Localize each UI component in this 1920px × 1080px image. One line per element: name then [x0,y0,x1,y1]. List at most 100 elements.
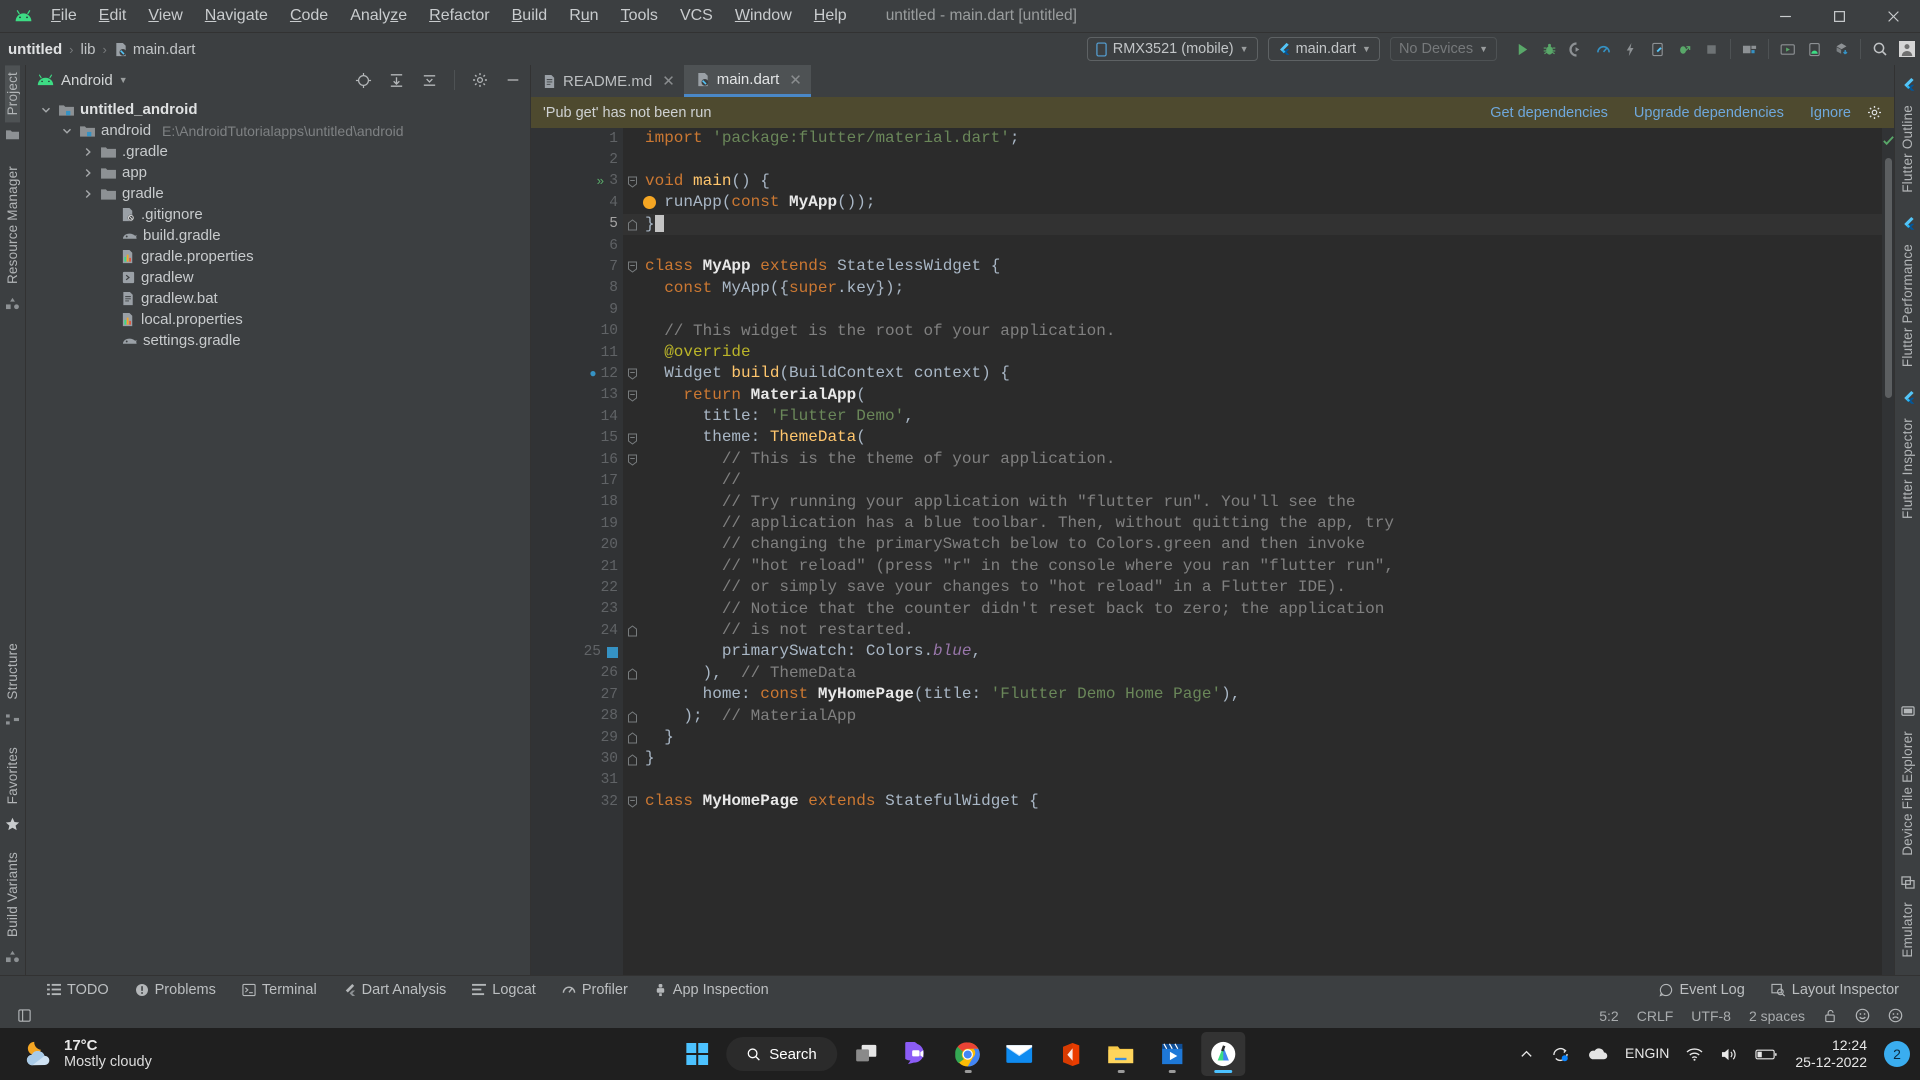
hot-reload-button[interactable] [1617,36,1644,63]
chat-teams-icon[interactable] [895,1032,939,1076]
run-button[interactable] [1509,36,1536,63]
tree-item-gradlew-bat[interactable]: gradlew.bat [26,288,530,309]
sidebar-item-emulator[interactable]: Emulator [1900,895,1915,965]
tool-window-dart-analysis[interactable]: Dart Analysis [330,979,460,1001]
menu-item-window[interactable]: Window [724,4,803,28]
fold-marker[interactable] [627,175,638,188]
line-number[interactable]: 16 [531,449,623,470]
gear-icon[interactable] [466,67,493,94]
chevron-right-icon[interactable] [80,189,95,199]
line-number[interactable]: 14 [531,406,623,427]
line-number[interactable]: 8 [531,278,623,299]
code-folding-gutter[interactable] [623,128,645,975]
fold-marker[interactable] [627,432,638,445]
line-number[interactable]: 31 [531,770,623,791]
mail-icon[interactable] [997,1032,1041,1076]
android-studio-icon[interactable] [1200,1032,1245,1076]
code-line[interactable]: runApp(const MyApp()); [623,192,1894,213]
line-number[interactable]: 24 [531,620,623,641]
code-line[interactable]: const MyApp({super.key}); [623,278,1894,299]
chevron-right-icon[interactable] [80,147,95,157]
code-line[interactable]: @override [623,342,1894,363]
code-line[interactable]: // Try running your application with "fl… [623,492,1894,513]
line-number[interactable]: 17 [531,470,623,491]
minimize-button[interactable] [1758,0,1812,33]
language-indicator[interactable]: ENG IN [1618,1040,1676,1067]
code-line[interactable]: // Notice that the counter didn't reset … [623,599,1894,620]
line-number[interactable]: 13 [531,385,623,406]
fold-marker[interactable] [627,667,638,680]
code-line[interactable] [623,149,1894,170]
line-number[interactable]: 21 [531,556,623,577]
show-hidden-icons-icon[interactable] [1512,1041,1541,1068]
star-icon[interactable] [5,811,20,837]
menu-item-code[interactable]: Code [279,4,339,28]
tool-window-layout-inspector[interactable]: Layout Inspector [1758,979,1912,1001]
onedrive-sync-icon[interactable] [1544,1040,1577,1069]
line-number[interactable]: 20 [531,534,623,555]
clock[interactable]: 12:24 25-12-2022 [1787,1033,1875,1076]
code-line[interactable]: } [623,727,1894,748]
sdk-manager-button[interactable] [1736,36,1763,63]
stop-button[interactable] [1698,36,1725,63]
breadcrumb-item-main-dart[interactable]: main.dart [114,41,195,58]
sidebar-item-structure[interactable]: Structure [5,636,20,707]
menu-item-edit[interactable]: Edit [88,4,138,28]
color-swatch-gutter-icon[interactable] [607,646,618,658]
tree-item-gradle-properties[interactable]: gradle.properties [26,246,530,267]
fold-marker[interactable] [627,624,638,637]
code-line[interactable]: import 'package:flutter/material.dart'; [623,128,1894,149]
menu-item-tools[interactable]: Tools [610,4,669,28]
unlock-icon[interactable] [1814,1007,1846,1025]
debug-button[interactable] [1536,36,1563,63]
line-number[interactable]: 9 [531,299,623,320]
line-number[interactable]: 1 [531,128,623,149]
office-icon[interactable] [1048,1032,1092,1076]
sidebar-item-resource-manager[interactable]: Resource Manager [5,159,20,291]
expand-all-button[interactable] [383,67,410,94]
tree-item--gradle[interactable]: .gradle [26,141,530,162]
fold-marker[interactable] [627,260,638,274]
code-line[interactable]: } [623,748,1894,769]
code-line[interactable]: home: const MyHomePage(title: 'Flutter D… [623,684,1894,705]
smiley-happy-icon[interactable] [1846,1006,1879,1025]
code-line[interactable]: primarySwatch: Colors.blue, [623,641,1894,662]
line-number[interactable]: » 3 [531,171,623,192]
chevron-down-icon[interactable] [59,126,74,136]
folder-icon[interactable] [5,122,20,147]
emulator-icon[interactable] [1900,870,1915,895]
flutter-icon[interactable] [1901,210,1915,237]
fold-marker[interactable] [627,218,638,231]
upgrade-dependencies-link[interactable]: Upgrade dependencies [1634,105,1784,121]
line-number[interactable]: 19 [531,513,623,534]
sidebar-item-build-variants[interactable]: Build Variants [5,845,20,944]
attach-debugger-button[interactable] [1671,36,1698,63]
close-icon[interactable]: ✕ [662,72,675,90]
line-separator[interactable]: CRLF [1628,1006,1683,1026]
tool-window-app-inspection[interactable]: App Inspection [641,979,782,1001]
weather-widget[interactable]: 17°C Mostly cloudy [0,1037,152,1071]
line-number[interactable]: 18 [531,492,623,513]
smiley-sad-icon[interactable] [1879,1006,1912,1025]
tree-item-build-gradle[interactable]: build.gradle [26,225,530,246]
indent-setting[interactable]: 2 spaces [1740,1006,1814,1026]
wifi-icon[interactable] [1679,1041,1710,1068]
code-line[interactable]: ), // ThemeData [623,663,1894,684]
menu-item-vcs[interactable]: VCS [669,4,724,28]
line-number[interactable]: 6 [531,235,623,256]
menu-item-file[interactable]: File [40,4,88,28]
code-line[interactable] [623,235,1894,256]
code-line[interactable]: // changing the primarySwatch below to C… [623,534,1894,555]
line-number[interactable]: 32 [531,791,623,812]
line-number[interactable]: 26 [531,663,623,684]
variants-icon[interactable] [5,944,20,975]
sidebar-item-project[interactable]: Project [5,65,20,123]
onedrive-icon[interactable] [1580,1041,1615,1067]
devices-selector[interactable]: No Devices ▼ [1389,37,1497,61]
line-number[interactable]: 2 [531,149,623,170]
code-line[interactable]: void main() { [623,171,1894,192]
code-line[interactable]: // [623,470,1894,491]
fold-marker[interactable] [627,753,638,766]
device-manager-button[interactable] [1801,36,1828,63]
search-everywhere-button[interactable] [1866,36,1893,63]
